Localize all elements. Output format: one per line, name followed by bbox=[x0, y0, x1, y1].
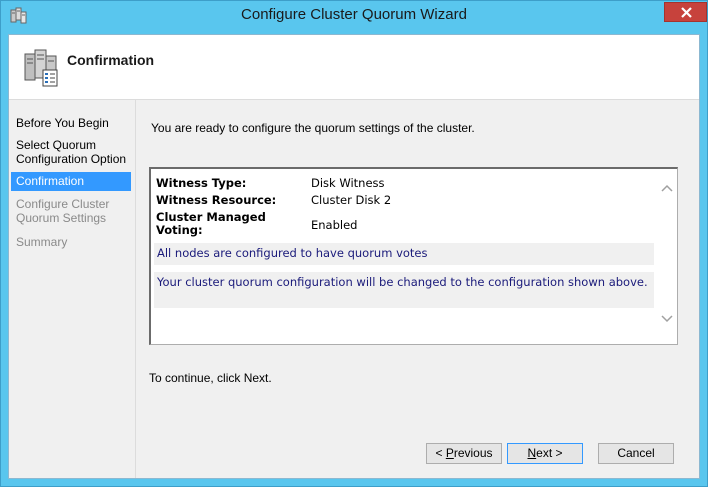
cluster-managed-voting-label: Cluster Managed Voting: bbox=[156, 210, 266, 237]
nav-step-summary: Summary bbox=[16, 235, 68, 249]
next-button-label: ext > bbox=[536, 446, 563, 460]
previous-button-prefix: < bbox=[435, 446, 446, 460]
close-button[interactable] bbox=[664, 2, 707, 22]
nav-step-configure-quorum-settings: Configure Cluster Quorum Settings bbox=[16, 197, 110, 225]
quorum-votes-message: All nodes are configured to have quorum … bbox=[154, 243, 654, 265]
previous-button-accesskey: P bbox=[445, 446, 454, 460]
previous-button-label: revious bbox=[453, 446, 493, 460]
scroll-down-icon[interactable] bbox=[660, 313, 674, 325]
cancel-button[interactable]: Cancel bbox=[598, 443, 674, 464]
witness-type-value: Disk Witness bbox=[311, 176, 385, 190]
intro-text: You are ready to configure the quorum se… bbox=[151, 121, 475, 135]
page-title: Confirmation bbox=[67, 52, 155, 68]
close-icon bbox=[681, 7, 692, 18]
window-title: Configure Cluster Quorum Wizard bbox=[241, 6, 467, 23]
witness-resource-label: Witness Resource: bbox=[156, 193, 277, 207]
witness-type-label: Witness Type: bbox=[156, 176, 247, 190]
scroll-up-icon[interactable] bbox=[660, 182, 674, 194]
cluster-servers-icon bbox=[23, 48, 61, 88]
next-button-accesskey: N bbox=[527, 446, 537, 460]
previous-button[interactable]: < Previous bbox=[426, 443, 502, 464]
cluster-managed-voting-value: Enabled bbox=[311, 218, 358, 232]
wizard-steps-nav: Before You Begin Select Quorum Configura… bbox=[9, 100, 136, 478]
title-bar[interactable]: Configure Cluster Quorum Wizard bbox=[1, 1, 707, 34]
nav-step-before-you-begin[interactable]: Before You Begin bbox=[11, 116, 131, 130]
wizard-body: Before You Begin Select Quorum Configura… bbox=[9, 100, 699, 478]
wizard-main-panel: You are ready to configure the quorum se… bbox=[136, 100, 699, 478]
nav-step-confirmation[interactable]: Confirmation bbox=[11, 172, 131, 191]
confirmation-details-box[interactable]: Witness Type: Disk Witness Witness Resou… bbox=[149, 167, 678, 345]
witness-resource-value: Cluster Disk 2 bbox=[311, 193, 392, 207]
wizard-header: Confirmation bbox=[9, 35, 699, 100]
nav-step-select-quorum-option[interactable]: Select Quorum Configuration Option bbox=[11, 138, 131, 166]
wizard-client-area: Confirmation Before You Begin Select Quo… bbox=[8, 34, 700, 479]
wizard-window: Configure Cluster Quorum Wizard Confirma… bbox=[0, 0, 708, 487]
continue-instruction: To continue, click Next. bbox=[149, 371, 272, 385]
configuration-change-message: Your cluster quorum configuration will b… bbox=[154, 272, 654, 308]
next-button[interactable]: Next > bbox=[507, 443, 583, 464]
